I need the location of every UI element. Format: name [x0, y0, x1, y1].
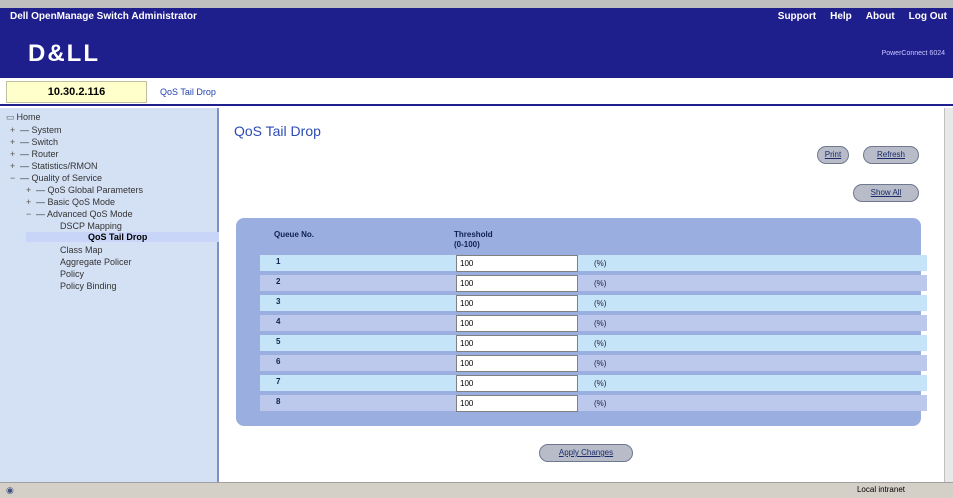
queue-number: 7: [276, 377, 281, 386]
table-row: 7 (%): [260, 375, 927, 392]
tree-item-qos-tail-drop[interactable]: QoS Tail Drop: [26, 232, 219, 242]
tree-item-class-map[interactable]: Class Map: [60, 245, 103, 255]
table-row: 6 (%): [260, 355, 927, 372]
tree-item-qos[interactable]: − — Quality of Service: [10, 173, 102, 183]
queue-number: 5: [276, 337, 281, 346]
tree-item-aggregate-policer[interactable]: Aggregate Policer: [60, 257, 132, 267]
unit-label: (%): [594, 339, 607, 348]
device-ip: 10.30.2.116: [6, 81, 147, 103]
table-row: 3 (%): [260, 295, 927, 312]
breadcrumb: QoS Tail Drop: [160, 87, 216, 97]
threshold-input[interactable]: [456, 355, 578, 372]
threshold-input[interactable]: [456, 335, 578, 352]
table-row: 4 (%): [260, 315, 927, 332]
tree-item-system[interactable]: + — System: [10, 125, 62, 135]
about-link[interactable]: About: [866, 11, 895, 22]
queue-header: Queue No.: [274, 230, 315, 239]
unit-label: (%): [594, 299, 607, 308]
queue-number: 2: [276, 277, 281, 286]
main-content: QoS Tail Drop Print Refresh Show All Que…: [221, 108, 945, 482]
show-all-button[interactable]: Show All: [853, 184, 919, 202]
queue-number: 8: [276, 397, 281, 406]
threshold-range-header: (0-100): [454, 240, 480, 249]
tree-item-home[interactable]: ▭ Home: [6, 112, 41, 123]
expand-icon[interactable]: +: [26, 185, 36, 195]
tree-item-qos-global[interactable]: + — QoS Global Parameters: [26, 185, 143, 195]
banner: D&LL PowerConnect 6024: [0, 26, 953, 78]
help-link[interactable]: Help: [830, 11, 852, 22]
unit-label: (%): [594, 379, 607, 388]
tree-item-basic-qos[interactable]: + — Basic QoS Mode: [26, 197, 115, 207]
page-status-icon: ◉: [6, 485, 14, 495]
dell-logo: D&LL: [28, 40, 100, 67]
table-row: 1 (%): [260, 255, 927, 272]
threshold-input[interactable]: [456, 255, 578, 272]
table-row: 8 (%): [260, 395, 927, 412]
expand-icon[interactable]: +: [26, 197, 36, 207]
unit-label: (%): [594, 279, 607, 288]
unit-label: (%): [594, 399, 607, 408]
queue-number: 6: [276, 357, 281, 366]
page-title: QoS Tail Drop: [234, 123, 321, 139]
status-bar: ◉ Local intranet: [0, 482, 953, 498]
tree-item-policy[interactable]: Policy: [60, 269, 84, 279]
table-row: 5 (%): [260, 335, 927, 352]
top-links: Support Help About Log Out: [778, 11, 947, 22]
app-title: Dell OpenManage Switch Administrator: [10, 11, 197, 22]
expand-icon[interactable]: +: [10, 161, 20, 171]
tree-item-dscp-mapping[interactable]: DSCP Mapping: [60, 221, 122, 231]
threshold-input[interactable]: [456, 295, 578, 312]
address-bar: 10.30.2.116 QoS Tail Drop: [0, 78, 953, 106]
queue-number: 4: [276, 317, 281, 326]
tree-item-statistics[interactable]: + — Statistics/RMON: [10, 161, 98, 171]
product-name: PowerConnect 6024: [881, 50, 945, 57]
folder-icon: ▭: [6, 112, 15, 122]
unit-label: (%): [594, 359, 607, 368]
threshold-input[interactable]: [456, 275, 578, 292]
navigation-tree: ▭ Home + — System + — Switch + — Router + — S…: [0, 108, 219, 482]
threshold-input[interactable]: [456, 395, 578, 412]
tree-item-advanced-qos[interactable]: − — Advanced QoS Mode: [26, 209, 133, 219]
refresh-button[interactable]: Refresh: [863, 146, 919, 164]
apply-changes-button[interactable]: Apply Changes: [539, 444, 633, 462]
tree-item-switch[interactable]: + — Switch: [10, 137, 58, 147]
title-bar: Dell OpenManage Switch Administrator Sup…: [0, 0, 953, 26]
expand-icon[interactable]: +: [10, 149, 20, 159]
threshold-input[interactable]: [456, 375, 578, 392]
tree-item-router[interactable]: + — Router: [10, 149, 59, 159]
collapse-icon[interactable]: −: [10, 173, 20, 183]
queue-number: 3: [276, 297, 281, 306]
vertical-scrollbar[interactable]: [944, 108, 953, 482]
print-button[interactable]: Print: [817, 146, 849, 164]
logout-link[interactable]: Log Out: [909, 11, 947, 22]
unit-label: (%): [594, 319, 607, 328]
threshold-input[interactable]: [456, 315, 578, 332]
unit-label: (%): [594, 259, 607, 268]
tail-drop-table: Queue No. Threshold (0-100) 1 (%) 2 (%) …: [236, 218, 927, 426]
queue-number: 1: [276, 257, 281, 266]
support-link[interactable]: Support: [778, 11, 816, 22]
expand-icon[interactable]: +: [10, 137, 20, 147]
table-row: 2 (%): [260, 275, 927, 292]
tree-item-policy-binding[interactable]: Policy Binding: [60, 281, 117, 291]
security-zone: Local intranet: [856, 485, 905, 494]
expand-icon[interactable]: +: [10, 125, 20, 135]
threshold-header: Threshold: [454, 230, 493, 239]
collapse-icon[interactable]: −: [26, 209, 36, 219]
